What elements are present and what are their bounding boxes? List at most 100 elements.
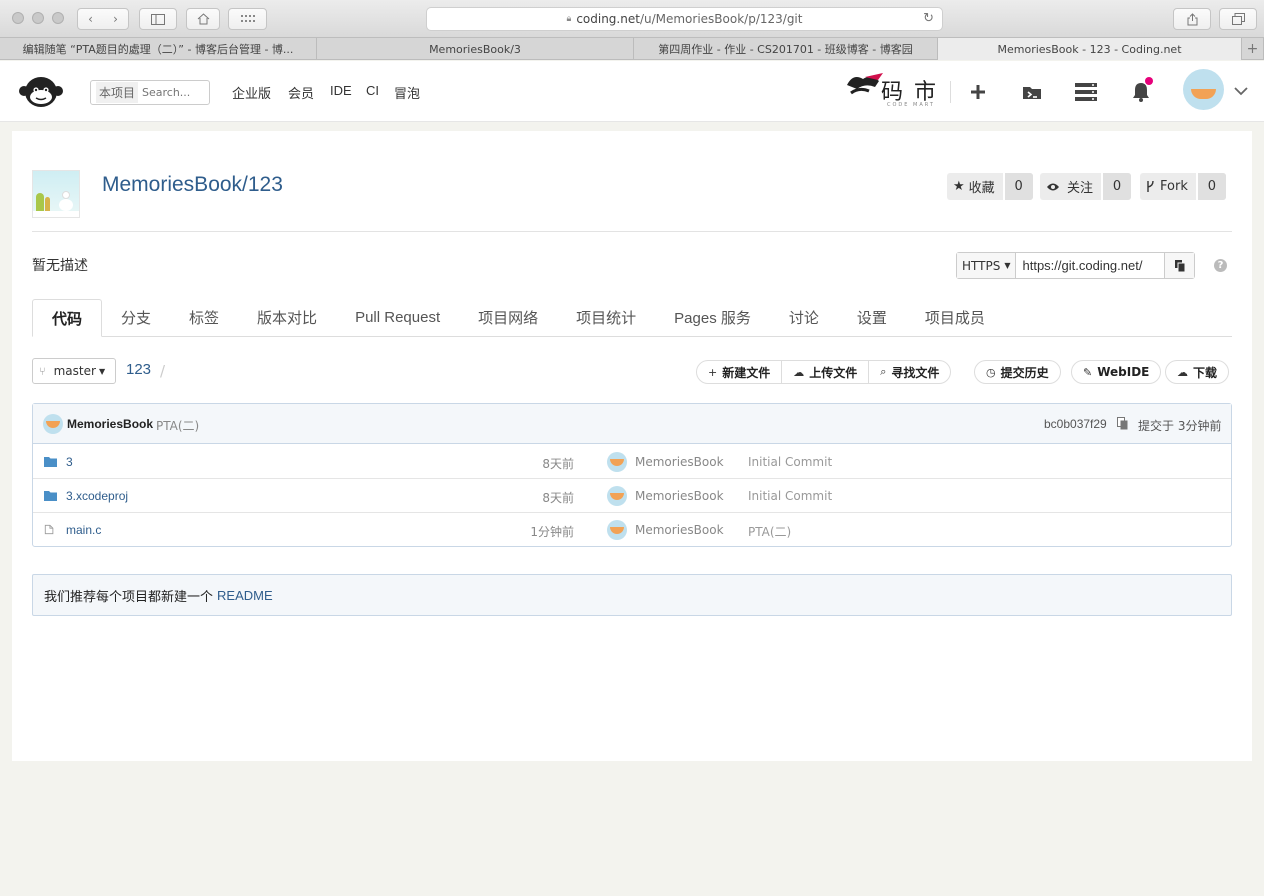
search-scope[interactable]: 本项目 — [96, 82, 138, 103]
fork-button[interactable]: Fork 0 — [1140, 173, 1226, 200]
commit-time: 提交于 3分钟前 — [1138, 419, 1222, 433]
star-button[interactable]: ★ 收藏 0 — [947, 173, 1033, 200]
back-icon[interactable]: ‹ — [88, 12, 93, 26]
back-forward-buttons[interactable]: ‹ › — [77, 8, 129, 30]
table-row[interactable]: 3 8天前 MemoriesBook Initial Commit — [33, 445, 1231, 479]
coding-monkey-logo[interactable] — [18, 73, 64, 111]
nav-ci[interactable]: CI — [366, 83, 379, 98]
plus-icon — [971, 85, 985, 99]
share-button[interactable] — [1173, 8, 1211, 30]
search-box[interactable]: 本项目 — [90, 80, 210, 105]
browser-tab-active[interactable]: MemoriesBook - 123 - Coding.net — [938, 38, 1242, 60]
table-row[interactable]: 3.xcodeproj 8天前 MemoriesBook Initial Com… — [33, 479, 1231, 513]
browser-tab[interactable]: 编辑随笔 “PTA题目的處理（二）” - 博客后台管理 - 博... — [0, 38, 317, 60]
watch-label: 关注 — [1067, 181, 1094, 196]
tab-pull-request[interactable]: Pull Request — [336, 298, 459, 336]
tab-overview-button[interactable] — [1219, 8, 1257, 30]
clone-url-input[interactable]: https://git.coding.net/ — [1016, 253, 1164, 278]
clock-icon: ◷ — [986, 365, 996, 379]
watch-button[interactable]: 关注 0 — [1040, 173, 1132, 200]
zoom-window-button[interactable] — [52, 12, 64, 24]
avatar[interactable] — [607, 520, 627, 540]
file-author[interactable]: MemoriesBook — [635, 455, 724, 469]
tab-branches[interactable]: 分支 — [102, 298, 170, 336]
repo-title[interactable]: MemoriesBook/123 — [102, 173, 283, 197]
commit-author[interactable]: MemoriesBook — [67, 417, 153, 431]
fork-count: 0 — [1195, 173, 1226, 200]
help-icon[interactable]: ? — [1214, 259, 1227, 272]
sidebar-icon — [151, 13, 165, 25]
tab-pages[interactable]: Pages 服务 — [655, 298, 770, 336]
branch-select[interactable]: ⑂ master ▼ — [32, 358, 116, 384]
history-button[interactable]: ◷ 提交历史 — [974, 360, 1061, 384]
tab-code[interactable]: 代码 — [32, 299, 103, 337]
file-name[interactable]: 3.xcodeproj — [66, 489, 128, 503]
tab-stats[interactable]: 项目统计 — [557, 298, 655, 336]
terminal-button[interactable] — [1019, 79, 1045, 105]
home-button[interactable] — [186, 8, 220, 30]
browser-tab-label: MemoriesBook - 123 - Coding.net — [997, 42, 1182, 56]
address-bar[interactable]: 🔒︎ coding.net/u/MemoriesBook/p/123/git ↻ — [426, 7, 943, 31]
header-divider — [950, 81, 951, 103]
search-input[interactable] — [142, 86, 204, 99]
path-separator: / — [160, 362, 166, 380]
commit-message[interactable]: PTA(二) — [156, 417, 199, 434]
url-path: /u/MemoriesBook/p/123/git — [639, 12, 803, 26]
webide-button[interactable]: ✎ WebIDE — [1071, 360, 1162, 384]
site-header: 本项目 企业版 会员 IDE CI 冒泡 码 市 CODE MART — [0, 61, 1264, 122]
notifications-button[interactable] — [1128, 77, 1154, 105]
sidebar-toggle-button[interactable] — [139, 8, 177, 30]
file-commit-message[interactable]: Initial Commit — [748, 489, 832, 503]
create-button[interactable] — [965, 79, 991, 105]
download-button[interactable]: ☁ 下载 — [1165, 360, 1230, 384]
tab-tags[interactable]: 标签 — [170, 298, 238, 336]
new-file-label: 新建文件 — [722, 365, 771, 380]
file-name[interactable]: main.c — [66, 523, 101, 537]
file-author[interactable]: MemoriesBook — [635, 489, 724, 503]
nav-bubble[interactable]: 冒泡 — [394, 83, 420, 102]
copy-button[interactable] — [1164, 253, 1195, 278]
close-window-button[interactable] — [12, 12, 24, 24]
tab-settings[interactable]: 设置 — [838, 298, 906, 336]
nav-ide[interactable]: IDE — [330, 83, 352, 98]
servers-button[interactable] — [1073, 79, 1099, 105]
file-name[interactable]: 3 — [66, 455, 73, 469]
avatar[interactable] — [607, 486, 627, 506]
table-row[interactable]: main.c 1分钟前 MemoriesBook PTA(二) — [33, 513, 1231, 547]
readme-link[interactable]: README — [217, 588, 273, 603]
top-sites-button[interactable] — [228, 8, 267, 30]
avatar[interactable] — [43, 414, 63, 434]
tabs-icon — [1231, 13, 1245, 25]
find-file-button[interactable]: ⌕ 寻找文件 — [868, 361, 950, 383]
tab-discussion[interactable]: 讨论 — [770, 298, 838, 336]
chevron-down-icon[interactable] — [1234, 87, 1248, 96]
branch-icon: ⑂ — [39, 364, 46, 378]
code-mart-logo[interactable]: 码 市 CODE MART — [845, 69, 939, 113]
nav-member[interactable]: 会员 — [288, 83, 314, 102]
file-list: MemoriesBook PTA(二) bc0b037f29 提交于 3分钟前 … — [32, 403, 1232, 547]
avatar[interactable] — [607, 452, 627, 472]
upload-file-button[interactable]: ☁ 上传文件 — [781, 361, 868, 383]
clone-protocol-select[interactable]: HTTPS ▼ — [957, 253, 1017, 278]
new-file-button[interactable]: + 新建文件 — [697, 361, 781, 383]
path-root-link[interactable]: 123 — [126, 361, 151, 378]
file-commit-message[interactable]: PTA(二) — [748, 523, 791, 540]
minimize-window-button[interactable] — [32, 12, 44, 24]
commit-hash[interactable]: bc0b037f29 — [1044, 417, 1107, 431]
new-tab-button[interactable]: + — [1242, 38, 1264, 60]
browser-tab[interactable]: MemoriesBook/3 — [317, 38, 634, 60]
tab-compare[interactable]: 版本对比 — [238, 298, 336, 336]
tab-members[interactable]: 项目成员 — [906, 298, 1004, 336]
file-time: 8天前 — [542, 457, 574, 471]
tab-network[interactable]: 项目网络 — [459, 298, 557, 336]
browser-tab[interactable]: 第四周作业 - 作业 - CS201701 - 班级博客 - 博客园 — [634, 38, 938, 60]
file-time: 1分钟前 — [530, 525, 574, 539]
reload-icon[interactable]: ↻ — [923, 11, 934, 26]
user-avatar[interactable] — [1183, 69, 1224, 110]
copy-icon[interactable] — [1117, 417, 1128, 430]
nav-enterprise[interactable]: 企业版 — [232, 83, 271, 102]
file-commit-message[interactable]: Initial Commit — [748, 455, 832, 469]
forward-icon[interactable]: › — [113, 12, 118, 26]
repo-description: 暂无描述 — [32, 258, 88, 274]
file-author[interactable]: MemoriesBook — [635, 523, 724, 537]
